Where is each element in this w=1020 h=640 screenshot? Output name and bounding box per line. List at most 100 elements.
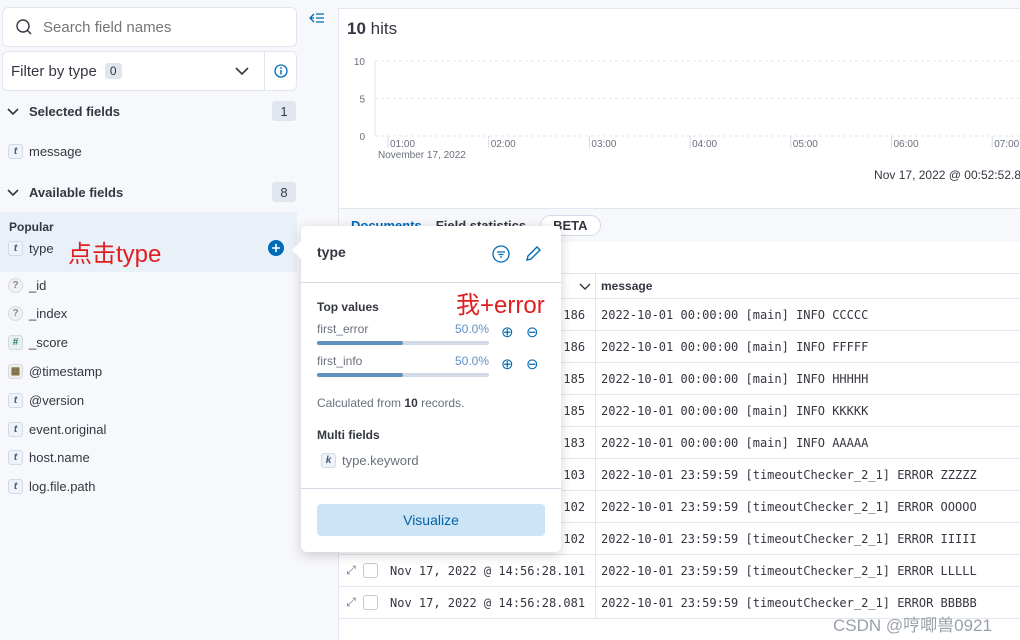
available-fields-title: Available fields (29, 184, 124, 200)
histogram-chart: 10 5 0 01:00 02:00 03:00 04:00 05:00 06:00 07:00 N… (354, 57, 1020, 161)
available-count: 8 (272, 182, 296, 202)
search-input[interactable] (43, 18, 283, 36)
chevron-down-icon[interactable] (234, 63, 250, 79)
field-name: log.file.path (29, 479, 96, 495)
annotation-click-type: 点击type (68, 241, 162, 268)
field-item[interactable]: t message (8, 142, 82, 160)
annotation-me-error: 我+error (456, 292, 545, 319)
edit-field-icon[interactable] (524, 245, 542, 263)
top-values-title: Top values (317, 300, 379, 314)
calculated-from: Calculated from 10 records. (317, 396, 465, 410)
expand-icon[interactable]: ⤢ (339, 595, 363, 610)
field-type-icon: # (8, 335, 23, 351)
field-name: @timestamp (29, 363, 103, 379)
field-type-icon: ? (8, 306, 23, 322)
selected-fields-header[interactable]: Selected fields 1 (0, 100, 298, 122)
message-cell: 2022-10-01 23:59:59 [timeoutChecker_2_1]… (601, 531, 977, 546)
top-value-bar (317, 341, 489, 345)
field-popover: type Top values first_error 50.0% ⊕ ⊖ firs… (292, 226, 561, 552)
popover-title: type (317, 244, 346, 260)
field-item-type[interactable]: t type (8, 239, 54, 257)
visualize-button[interactable]: Visualize (317, 504, 545, 536)
top-value-percent: 50.0% (454, 322, 489, 336)
top-value-row: first_error 50.0% (317, 322, 489, 336)
field-name: _score (29, 335, 69, 351)
row-checkbox[interactable] (363, 563, 378, 578)
top-value-percent: 50.0% (454, 354, 489, 368)
field-name: _index (29, 306, 68, 322)
field-name: @version (29, 392, 85, 408)
hits-count: 10 hits (347, 19, 398, 38)
filter-exclude-icon[interactable]: ⊖ (526, 323, 539, 341)
x-tick-label: 04:00 (692, 139, 717, 150)
timestamp-cell: Nov 17, 2022 @ 14:56:28.081 (386, 587, 596, 618)
add-field-icon[interactable] (268, 240, 284, 256)
filter-include-icon[interactable]: ⊕ (501, 323, 514, 341)
top-value-label: first_info (317, 354, 363, 368)
field-type-icon: ▦ (8, 363, 23, 379)
filter-count: 0 (104, 63, 122, 79)
field-name: event.original (29, 421, 107, 437)
row-checkbox[interactable] (363, 595, 378, 610)
message-cell: 2022-10-01 23:59:59 [timeoutChecker_2_1]… (601, 563, 977, 578)
field-item[interactable]: t @version (8, 391, 84, 409)
message-cell: 2022-10-01 23:59:59 [timeoutChecker_2_1]… (601, 499, 977, 514)
field-name: type (29, 240, 54, 256)
collapse-sidebar-icon[interactable] (309, 11, 325, 25)
field-item[interactable]: t log.file.path (8, 478, 96, 496)
search-icon (16, 19, 32, 35)
field-item[interactable]: t host.name (8, 449, 90, 467)
field-type-icon: t (8, 450, 23, 466)
timestamp-cell: Nov 17, 2022 @ 14:56:28.101 (386, 555, 596, 586)
top-value-bar (317, 373, 489, 377)
x-tick-label: 07:00 (994, 139, 1019, 150)
multi-fields-title: Multi fields (317, 428, 380, 442)
message-cell: 2022-10-01 00:00:00 [main] INFO KKKKK (601, 403, 869, 418)
selected-fields-title: Selected fields (29, 103, 121, 119)
field-item[interactable]: t event.original (8, 420, 106, 438)
info-icon[interactable] (264, 52, 296, 90)
field-name: message (29, 143, 82, 159)
chevron-down-icon[interactable] (579, 282, 591, 292)
multi-field-item[interactable]: k type.keyword (321, 451, 419, 469)
field-item[interactable]: ? _id (8, 276, 46, 294)
y-tick-label: 10 (354, 57, 366, 68)
x-tick-label: 05:00 (793, 139, 818, 150)
message-cell: 2022-10-01 00:00:00 [main] INFO FFFFF (601, 339, 869, 354)
message-cell: 2022-10-01 00:00:00 [main] INFO HHHHH (601, 371, 869, 386)
field-type-icon: t (8, 392, 23, 408)
filter-by-type[interactable]: Filter by type 0 (2, 51, 297, 91)
filter-exclude-icon[interactable]: ⊖ (526, 355, 539, 373)
field-type-icon: t (8, 421, 23, 437)
message-cell: 2022-10-01 23:59:59 [timeoutChecker_2_1]… (601, 467, 977, 482)
time-range-label: Nov 17, 2022 @ 00:52:52.8 (874, 168, 1020, 182)
top-value-label: first_error (317, 322, 369, 336)
chevron-down-icon (7, 108, 19, 116)
search-field[interactable] (2, 7, 297, 47)
expand-icon[interactable]: ⤢ (339, 563, 363, 578)
table-row: ⤢ Nov 17, 2022 @ 14:56:28.101 2022-10-01 2… (339, 555, 1020, 587)
top-value-row: first_info 50.0% (317, 354, 489, 368)
field-type-icon: ? (8, 277, 23, 293)
histogram: 10 hits 10 5 0 01:00 02:00 03:00 04:00 05:00 06:… (339, 9, 1020, 209)
x-tick-label: 02:00 (491, 139, 516, 150)
x-tick-label: 06:00 (894, 139, 919, 150)
filter-for-field-icon[interactable] (492, 245, 510, 263)
field-name: host.name (29, 450, 90, 466)
watermark: CSDN @哼唧兽0921 (833, 616, 992, 635)
available-fields-header[interactable]: Available fields 8 (0, 181, 298, 203)
text-type-icon: t (8, 143, 23, 159)
column-header-message[interactable]: message (595, 274, 652, 298)
chevron-down-icon (7, 189, 19, 197)
field-name: _id (29, 277, 47, 293)
field-name: type.keyword (342, 452, 419, 468)
x-date-label: November 17, 2022 (378, 150, 466, 161)
field-item[interactable]: # _score (8, 334, 68, 352)
popular-title: Popular (9, 220, 54, 234)
field-item[interactable]: ? _index (8, 305, 67, 323)
message-cell: 2022-10-01 23:59:59 [timeoutChecker_2_1]… (601, 595, 977, 610)
x-tick-label: 01:00 (390, 139, 415, 150)
field-item[interactable]: ▦ @timestamp (8, 362, 102, 380)
y-tick-label: 0 (359, 132, 365, 143)
filter-include-icon[interactable]: ⊕ (501, 355, 514, 373)
